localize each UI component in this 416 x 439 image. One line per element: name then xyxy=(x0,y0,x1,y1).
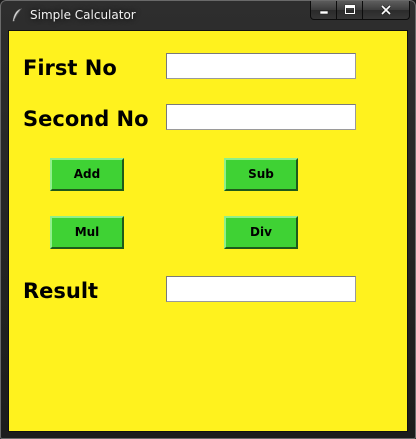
close-icon xyxy=(380,4,392,16)
window-title: Simple Calculator xyxy=(30,8,136,22)
feather-icon xyxy=(12,8,22,22)
second-number-input[interactable] xyxy=(166,104,356,130)
div-button[interactable]: Div xyxy=(224,216,298,249)
result-label: Result xyxy=(23,279,99,303)
maximize-icon xyxy=(344,4,355,15)
result-output[interactable] xyxy=(166,276,356,302)
close-button[interactable] xyxy=(363,1,410,20)
first-number-input[interactable] xyxy=(166,53,356,79)
minimize-icon xyxy=(319,10,328,15)
maximize-button[interactable] xyxy=(337,1,363,20)
minimize-button[interactable] xyxy=(310,1,337,20)
calculator-panel: First No Second No Add Sub Mul Div Resul… xyxy=(8,30,408,432)
app-window: Simple Calculator First No Second No Add… xyxy=(0,0,416,439)
title-bar[interactable]: Simple Calculator xyxy=(1,1,415,29)
first-number-label: First No xyxy=(23,56,117,80)
caption-buttons xyxy=(310,1,410,21)
mul-button[interactable]: Mul xyxy=(50,216,124,249)
second-number-label: Second No xyxy=(23,107,149,131)
add-button[interactable]: Add xyxy=(50,158,124,191)
sub-button[interactable]: Sub xyxy=(224,158,298,191)
